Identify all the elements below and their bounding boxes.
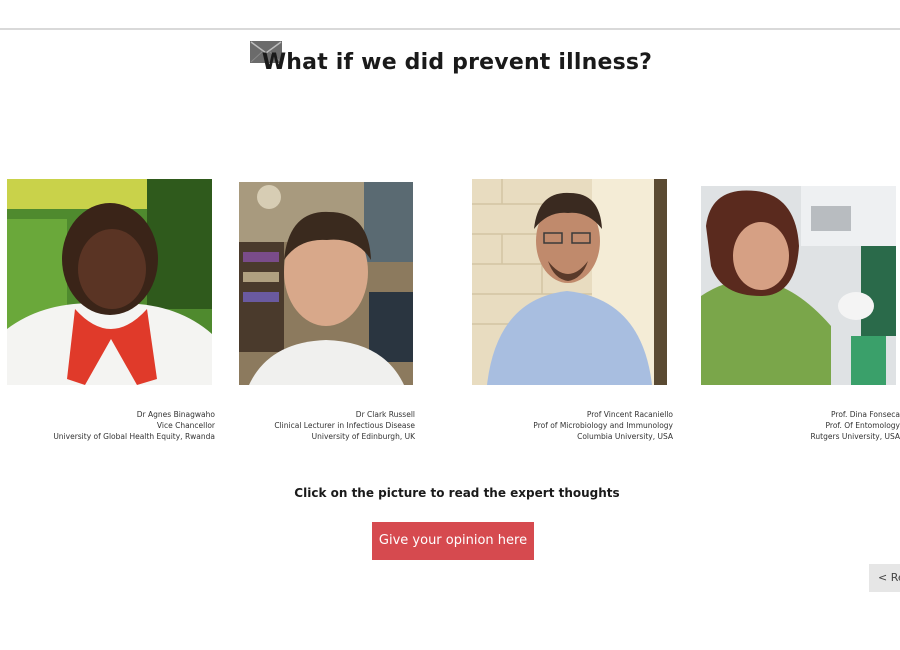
expert-photo[interactable] [472,179,667,385]
top-divider [0,28,900,30]
expert-photo[interactable] [7,179,212,385]
expert-name: Dr Clark Russell [355,410,415,419]
expert-photo[interactable] [239,182,413,385]
expert-affiliation: University of Edinburgh, UK [311,432,415,441]
page: What if we did prevent illness? Dr Agnes… [0,0,900,650]
expert-name: Prof Vincent Racaniello [586,410,673,419]
previous-nav-button[interactable]: < Re [869,564,900,592]
expert-name: Dr Agnes Binagwaho [136,410,215,419]
read-expert-prompt: Click on the picture to read the expert … [294,486,620,500]
expert-caption: Dr Clark Russell Clinical Lecturer in In… [239,409,415,442]
expert-caption: Prof. Dina Fonseca Prof. Of Entomology R… [701,409,900,442]
expert-affiliation: University of Global Health Equity, Rwan… [53,432,215,441]
expert-role: Prof of Microbiology and Immunology [533,421,673,430]
expert-caption: Dr Agnes Binagwaho Vice Chancellor Unive… [7,409,215,442]
page-title: What if we did prevent illness? [261,50,653,75]
expert-role: Vice Chancellor [156,421,215,430]
expert-photo[interactable] [701,186,896,385]
expert-name: Prof. Dina Fonseca [831,410,900,419]
expert-role: Clinical Lecturer in Infectious Disease [274,421,415,430]
expert-affiliation: Columbia University, USA [577,432,673,441]
expert-affiliation: Rutgers University, USA [810,432,900,441]
give-opinion-button[interactable]: Give your opinion here [372,522,534,560]
expert-role: Prof. Of Entomology [825,421,900,430]
expert-caption: Prof Vincent Racaniello Prof of Microbio… [472,409,673,442]
